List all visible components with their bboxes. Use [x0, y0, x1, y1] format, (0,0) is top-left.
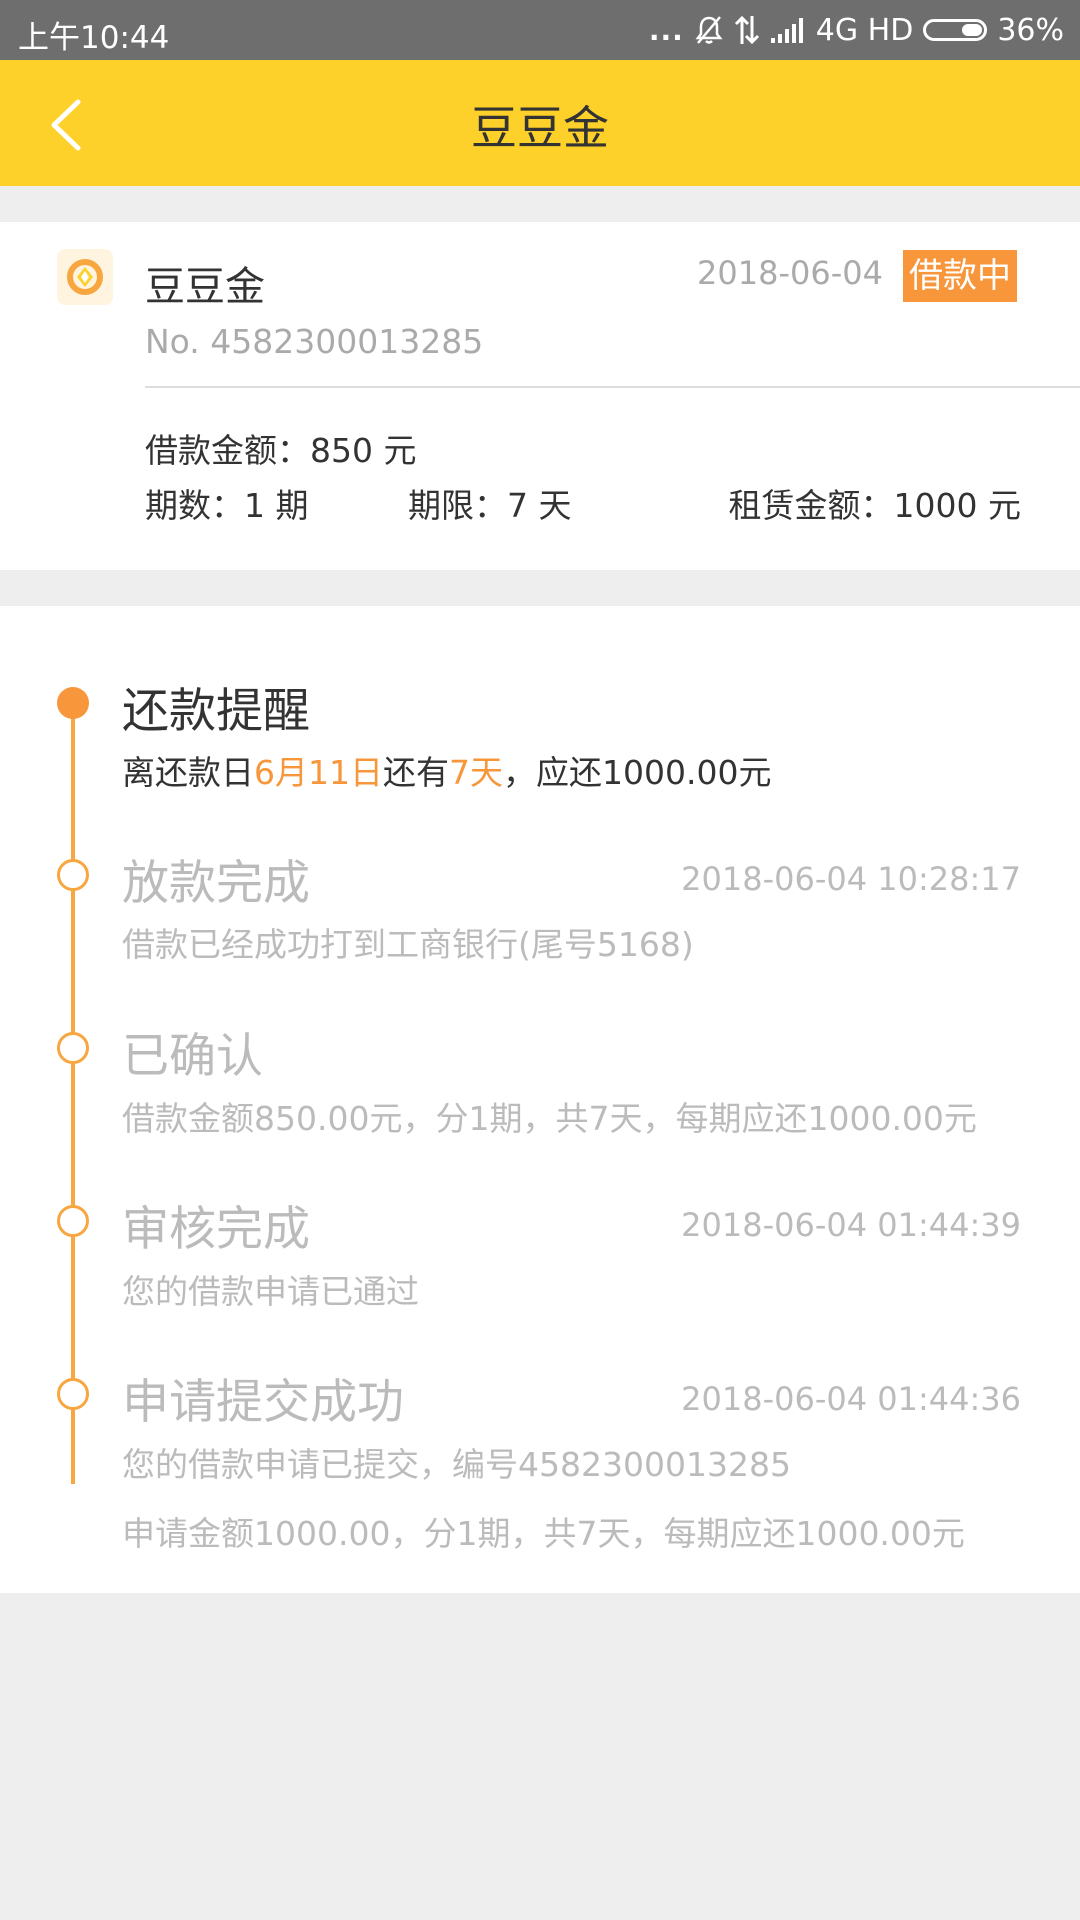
- mute-bell-icon: [695, 16, 723, 44]
- disbursed-time: 2018-06-04 10:28:17: [681, 860, 1021, 898]
- network-type: 4G HD: [815, 12, 914, 48]
- loan-timeline: 还款提醒 离还款日6月11日还有7天，应还1000.00元 放款完成 2018-…: [0, 606, 1080, 1593]
- disbursed-title: 放款完成: [122, 856, 310, 911]
- submitted-title: 申请提交成功: [122, 1375, 404, 1430]
- confirmed-desc: 借款金额850.00元，分1期，共7天，每期应还1000.00元: [122, 1099, 977, 1138]
- loan-term: 期限：7 天: [408, 486, 572, 525]
- reviewed-desc: 您的借款申请已通过: [122, 1272, 419, 1311]
- disbursed-desc: 借款已经成功打到工商银行(尾号5168): [122, 925, 694, 964]
- timeline-dot: [57, 859, 89, 891]
- submitted-desc: 您的借款申请已提交，编号4582300013285: [122, 1445, 791, 1484]
- loan-summary-card[interactable]: 豆豆金 2018-06-04 借款中 No. 4582300013285 借款金…: [0, 222, 1080, 570]
- timeline-dot: [57, 1205, 89, 1237]
- loan-number: No. 4582300013285: [145, 322, 484, 361]
- loan-periods: 期数：1 期: [145, 486, 309, 525]
- data-transfer-icon: [734, 15, 759, 45]
- submitted-desc-amount: 申请金额1000.00，分1期，共7天，每期应还1000.00元: [122, 1514, 965, 1553]
- confirmed-title: 已确认: [122, 1029, 263, 1084]
- days-left: 7天: [449, 753, 503, 792]
- timeline-dot: [57, 1032, 89, 1064]
- status-time: 上午10:44: [18, 20, 170, 56]
- divider: [145, 386, 1080, 388]
- submitted-time: 2018-06-04 01:44:36: [681, 1380, 1021, 1418]
- reviewed-title: 审核完成: [122, 1202, 310, 1257]
- timeline-dot: [57, 1378, 89, 1410]
- status-bar: 上午10:44 ... 4G HD 36%: [0, 0, 1080, 60]
- loan-date: 2018-06-04: [697, 254, 883, 292]
- status-icons: ... 4G HD 36%: [639, 10, 1064, 50]
- status-badge: 借款中: [903, 250, 1017, 302]
- due-date: 6月11日: [254, 753, 383, 792]
- product-name: 豆豆金: [145, 264, 265, 310]
- timeline-line: [71, 704, 75, 1484]
- signal-strength-icon: [770, 18, 803, 43]
- battery-icon: [923, 19, 988, 41]
- more-notifications-icon: ...: [648, 13, 684, 47]
- loan-amount: 借款金额：850 元: [145, 431, 417, 470]
- battery-percent: 36%: [997, 12, 1064, 48]
- reminder-title: 还款提醒: [122, 684, 310, 739]
- reminder-desc: 离还款日6月11日还有7天，应还1000.00元: [122, 753, 772, 792]
- page-title: 豆豆金: [471, 101, 609, 155]
- app-bar: 豆豆金: [0, 60, 1080, 186]
- timeline-dot-active: [57, 687, 89, 719]
- reviewed-time: 2018-06-04 01:44:39: [681, 1206, 1021, 1244]
- doudoujin-logo-icon: [57, 249, 113, 305]
- lease-amount: 租赁金额：1000 元: [728, 486, 1021, 525]
